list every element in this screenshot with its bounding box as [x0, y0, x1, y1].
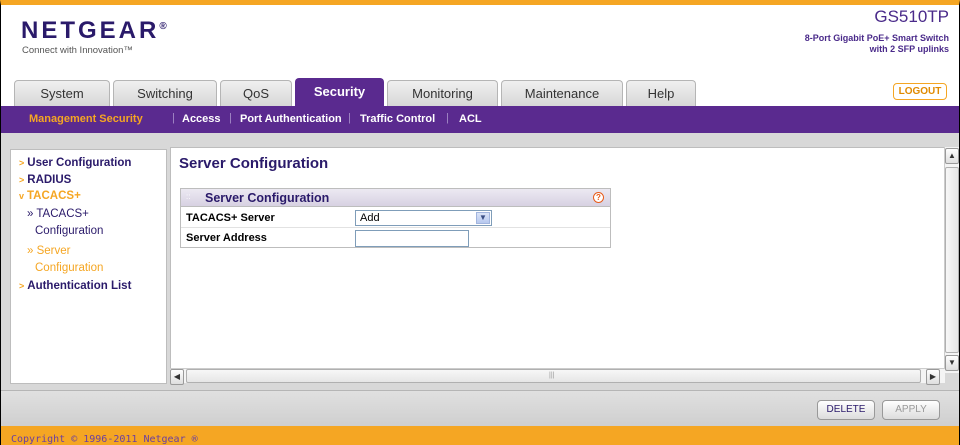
tacacs-server-selected-value: Add: [360, 212, 380, 224]
tab-help[interactable]: Help: [626, 80, 696, 107]
tab-qos[interactable]: QoS: [220, 80, 292, 107]
form-row-server-address: Server Address: [181, 228, 610, 248]
scroll-left-icon[interactable]: ◀: [170, 369, 184, 385]
horizontal-scroll-thumb[interactable]: |||: [186, 369, 921, 383]
subnav-separator: |: [348, 112, 351, 124]
action-bar: DELETE APPLY: [1, 390, 959, 426]
subnav-traffic-control[interactable]: Traffic Control: [360, 113, 435, 125]
nav-sub-line2: Configuration: [35, 225, 104, 237]
main-content: Server Configuration :: Server Configura…: [170, 147, 944, 373]
vertical-scroll-thumb[interactable]: [945, 167, 959, 353]
header: NETGEAR® Connect with Innovation™ GS510T…: [1, 5, 959, 75]
nav-sub-line1: » Server: [27, 245, 71, 257]
nav-tacacs[interactable]: v TACACS+: [19, 190, 81, 202]
drag-handle-icon: ::: [186, 192, 191, 201]
tab-system[interactable]: System: [14, 80, 110, 107]
scroll-right-icon[interactable]: ▶: [926, 369, 940, 385]
chevron-down-icon: v: [19, 191, 25, 201]
nav-radius[interactable]: > RADIUS: [19, 174, 71, 186]
panel-title: Server Configuration: [205, 191, 330, 205]
tab-security[interactable]: Security: [295, 78, 384, 107]
logout-button[interactable]: LOGOUT: [893, 83, 947, 100]
subnav-management-security[interactable]: Management Security: [29, 113, 143, 125]
footer: Copyright © 1996-2011 Netgear ®: [1, 426, 959, 445]
apply-button[interactable]: APPLY: [882, 400, 940, 420]
nav-server-configuration[interactable]: » Server Configuration: [27, 243, 103, 277]
panel-header: :: Server Configuration ?: [181, 189, 610, 207]
subnav-separator: |: [172, 112, 175, 124]
nav-label: Authentication List: [27, 280, 132, 292]
main-tabs: System Switching QoS Security Monitoring…: [1, 75, 959, 107]
nav-sub-line1: » TACACS+: [27, 208, 89, 220]
form-row-tacacs-server: TACACS+ Server Add ▼: [181, 208, 610, 228]
app-frame: NETGEAR® Connect with Innovation™ GS510T…: [0, 0, 960, 445]
nav-label: RADIUS: [27, 174, 72, 186]
brand-mark: ®: [159, 21, 167, 32]
subnav-separator: |: [229, 112, 232, 124]
copyright: Copyright © 1996-2011 Netgear ®: [11, 434, 198, 445]
tab-monitoring[interactable]: Monitoring: [387, 80, 498, 107]
netgear-logo: NETGEAR®: [21, 17, 167, 45]
model-desc-line1: 8-Port Gigabit PoE+ Smart Switch: [804, 33, 949, 43]
grip-icon: |||: [549, 372, 555, 379]
nav-user-configuration[interactable]: > User Configuration: [19, 157, 131, 169]
server-address-label: Server Address: [186, 232, 267, 244]
subnav-separator: |: [446, 112, 449, 124]
model-description: 8-Port Gigabit PoE+ Smart Switch with 2 …: [749, 33, 949, 55]
chevron-right-icon: >: [19, 158, 25, 168]
delete-button[interactable]: DELETE: [817, 400, 875, 420]
subnav-access[interactable]: Access: [182, 113, 221, 125]
tacacs-server-label: TACACS+ Server: [186, 212, 275, 224]
tab-maintenance[interactable]: Maintenance: [501, 80, 623, 107]
nav-sub-line2: Configuration: [35, 262, 104, 274]
tagline: Connect with Innovation™: [22, 45, 133, 56]
page-title: Server Configuration: [179, 155, 329, 172]
server-configuration-panel: :: Server Configuration ? TACACS+ Server…: [180, 188, 611, 248]
scroll-down-icon[interactable]: ▼: [945, 355, 959, 371]
scroll-up-icon[interactable]: ▲: [945, 148, 959, 164]
nav-label: TACACS+: [27, 190, 81, 202]
security-subnav: Management Security | Access | Port Auth…: [1, 106, 959, 133]
nav-authentication-list[interactable]: > Authentication List: [19, 280, 131, 292]
chevron-right-icon: >: [19, 281, 25, 291]
help-icon[interactable]: ?: [593, 192, 604, 203]
subnav-port-authentication[interactable]: Port Authentication: [240, 113, 342, 125]
server-address-input[interactable]: [355, 230, 469, 247]
brand-name: NETGEAR: [21, 17, 160, 44]
tab-switching[interactable]: Switching: [113, 80, 217, 107]
vertical-scrollbar[interactable]: ▲ ▼: [944, 147, 959, 373]
dropdown-arrow-icon[interactable]: ▼: [476, 212, 490, 224]
chevron-right-icon: >: [19, 175, 25, 185]
left-navigation: > User Configuration > RADIUS v TACACS+ » T…: [10, 149, 167, 384]
nav-label: User Configuration: [27, 157, 132, 169]
tacacs-server-select[interactable]: Add ▼: [355, 210, 492, 226]
model-desc-line2: with 2 SFP uplinks: [869, 44, 949, 54]
nav-tacacs-configuration[interactable]: » TACACS+ Configuration: [27, 206, 103, 240]
horizontal-scrollbar[interactable]: ◀ ||| ▶: [170, 368, 945, 385]
subnav-acl[interactable]: ACL: [459, 113, 482, 125]
model-name: GS510TP: [874, 7, 949, 26]
